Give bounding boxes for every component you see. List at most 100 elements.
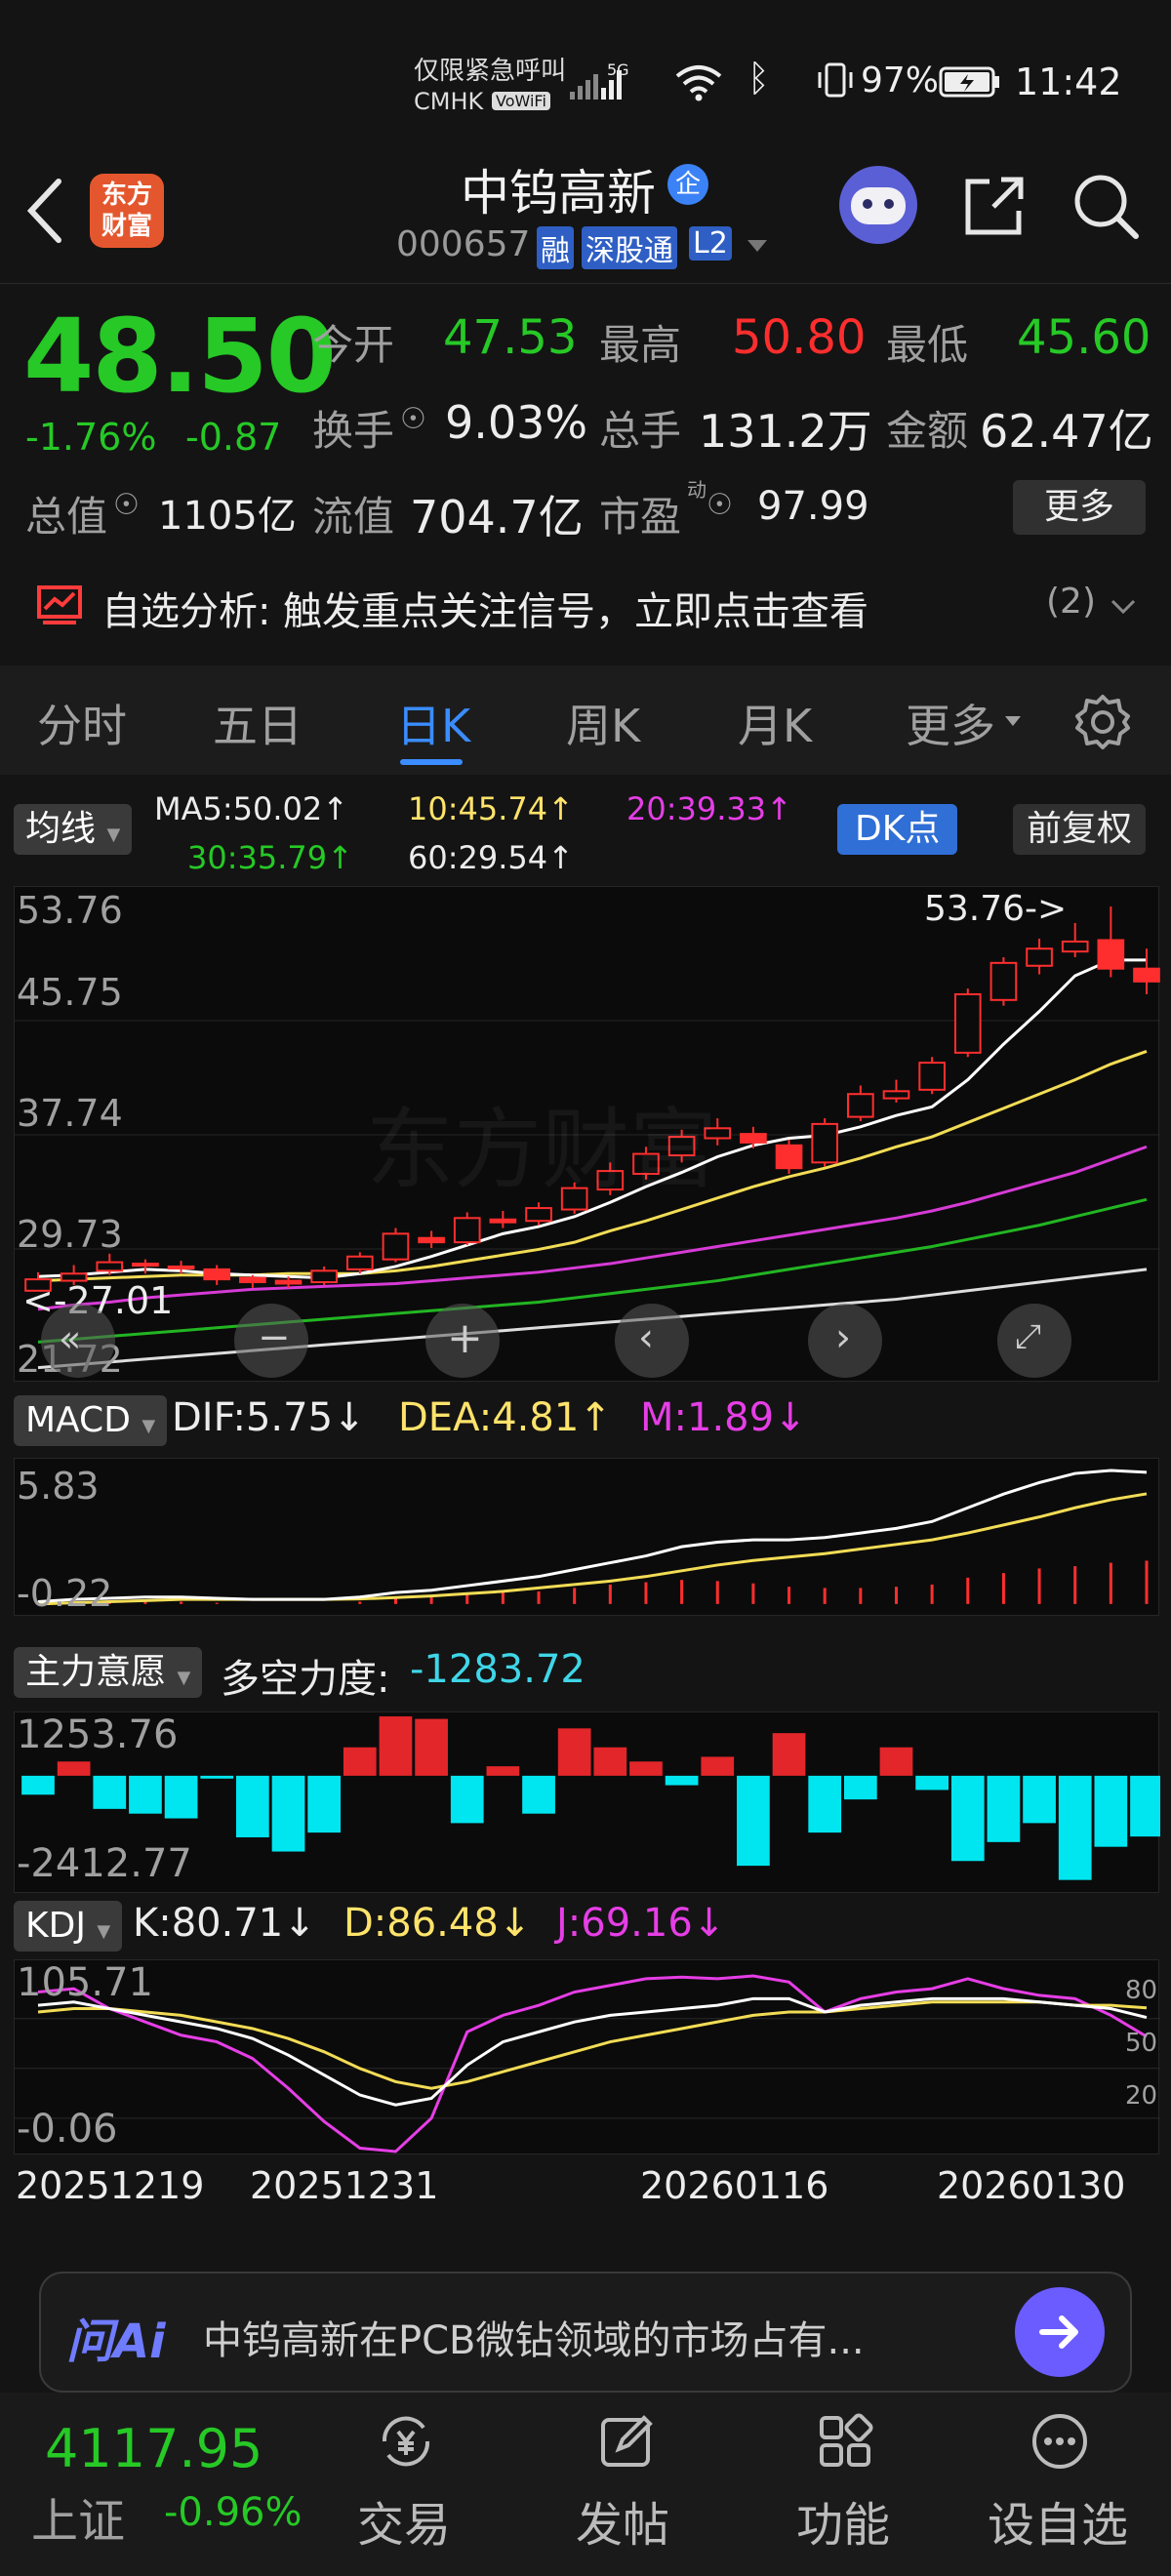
search-icon[interactable] xyxy=(1071,172,1142,242)
chevron-right-icon: › xyxy=(835,1315,851,1360)
ma10-value: 10:45.74↑ xyxy=(408,790,574,827)
back-arrow-icon[interactable] xyxy=(23,176,66,246)
candle-body xyxy=(96,1261,124,1272)
tab-intraday[interactable]: 分时 xyxy=(37,691,127,755)
macd-pane[interactable]: 5.83 -0.22 xyxy=(14,1458,1159,1616)
analysis-banner[interactable]: 自选分析: 触发重点关注信号，立即点击查看 (2) xyxy=(0,562,1171,650)
tab-more[interactable]: 更多 xyxy=(906,691,995,755)
tab-monthly-k[interactable]: 月K xyxy=(738,691,812,755)
force-label: 多空力度: xyxy=(221,1657,390,1702)
stock-name[interactable]: 中钨高新 xyxy=(461,154,656,224)
dk-point-button[interactable]: DK点 xyxy=(837,804,958,855)
index-value: 4117.95 xyxy=(45,2418,263,2479)
ai-question-bar[interactable]: 问Ai 中钨高新在PCB微钻领域的市场占有... xyxy=(39,2272,1132,2393)
force-bar xyxy=(950,1775,985,1862)
ma30-value: 30:35.79↑ xyxy=(187,839,353,876)
stock-header: 东方财富 中钨高新 企 000657 融 深股通 L2 xyxy=(0,146,1171,283)
prev-button[interactable]: ‹ xyxy=(615,1304,689,1378)
next-button[interactable]: › xyxy=(808,1304,882,1378)
gear-icon[interactable] xyxy=(1073,693,1132,751)
app-logo-text: 东方财富 xyxy=(101,181,152,241)
kdj-level-50: 50 xyxy=(1125,2029,1158,2058)
force-bar xyxy=(57,1761,91,1776)
kdj-svg xyxy=(15,1974,1160,2153)
force-bar xyxy=(987,1775,1021,1842)
robot-avatar-icon[interactable] xyxy=(839,166,917,244)
ma60-line xyxy=(37,1268,1148,1370)
nav-add-watchlist[interactable]: 设自选 xyxy=(976,2393,1151,2576)
date-label-2: 20251231 xyxy=(250,2164,439,2207)
force-bar xyxy=(701,1756,735,1776)
force-bar xyxy=(200,1775,234,1779)
macd-m-value: M:1.89↓ xyxy=(640,1395,807,1440)
index-ticker[interactable]: 4117.95 上证 -0.96% xyxy=(0,2393,322,2576)
dea-value: DEA:4.81↑ xyxy=(398,1395,612,1440)
fullscreen-button[interactable]: ⤢ xyxy=(997,1304,1071,1378)
candle-body xyxy=(1097,939,1125,970)
force-bar xyxy=(379,1716,413,1776)
last-price: 48.50 xyxy=(23,297,337,416)
tab-daily-k[interactable]: 日K xyxy=(396,691,470,755)
force-bar xyxy=(557,1728,591,1776)
kdj-selector-button[interactable]: KDJ ▼ xyxy=(14,1901,123,1952)
kdj-pane[interactable]: 105.71 -0.06 80 50 20 xyxy=(14,1959,1160,2154)
candle-body xyxy=(1061,940,1089,953)
force-bar xyxy=(343,1747,377,1776)
tag-connect: 深股通 xyxy=(582,226,677,269)
force-pane[interactable]: 1253.76 -2412.77 xyxy=(14,1711,1160,1893)
watermark-logo: 东方财富 xyxy=(366,1099,717,1201)
open-value: 47.53 xyxy=(443,310,578,365)
vibrate-icon xyxy=(818,62,853,98)
tag-margin: 融 xyxy=(537,226,574,269)
candle-body xyxy=(382,1232,410,1261)
macd-selector-button[interactable]: MACD ▼ xyxy=(14,1395,168,1446)
share-icon[interactable] xyxy=(960,172,1029,240)
enterprise-badge: 企 xyxy=(667,164,708,205)
analysis-label: 自选分析: xyxy=(101,589,271,634)
candle-body xyxy=(345,1255,374,1270)
force-selector-button[interactable]: 主力意愿 ▼ xyxy=(14,1647,203,1698)
candle-body xyxy=(811,1122,839,1164)
ai-send-button[interactable] xyxy=(1015,2287,1105,2377)
nav-functions[interactable]: 功能 xyxy=(781,2393,908,2576)
force-bar xyxy=(772,1733,806,1776)
kdj-j-value: J:69.16↓ xyxy=(556,1901,726,1946)
info-icon[interactable]: ☉ xyxy=(707,488,733,522)
tab-weekly-k[interactable]: 周K xyxy=(566,691,640,755)
fast-back-button[interactable]: « xyxy=(41,1304,115,1378)
candle-body xyxy=(1133,967,1160,983)
force-bar xyxy=(93,1775,127,1809)
more-button[interactable]: 更多 xyxy=(1013,480,1146,535)
zoom-in-button[interactable]: + xyxy=(425,1304,500,1378)
nav-post[interactable]: 发帖 xyxy=(562,2393,689,2576)
nav-post-label: 发帖 xyxy=(576,2498,670,2553)
force-bar xyxy=(271,1775,305,1852)
vowifi-badge: VoWiFi xyxy=(492,92,550,110)
main-kline-pane[interactable]: 53.76 45.75 37.74 29.73 21.72 东方财富 53.76… xyxy=(14,886,1160,1382)
tab-five-day[interactable]: 五日 xyxy=(213,691,303,755)
candle-body xyxy=(489,1218,517,1224)
candle-body xyxy=(274,1279,303,1285)
ai-logo: 问Ai xyxy=(66,2314,166,2369)
ma-selector-button[interactable]: 均线 ▼ xyxy=(14,804,133,855)
info-icon[interactable]: ☉ xyxy=(113,488,140,522)
info-icon[interactable]: ☉ xyxy=(400,402,426,436)
kdj-axis-max: 105.71 xyxy=(17,1960,153,2005)
edit-icon xyxy=(601,2415,653,2467)
candle-body xyxy=(989,961,1018,1001)
pe-value: 97.99 xyxy=(757,484,869,529)
force-bar xyxy=(1023,1775,1056,1824)
float-label: 流值 xyxy=(312,493,395,541)
force-axis-max: 1253.76 xyxy=(17,1712,179,1757)
period-tabs: 分时 五日 日K 周K 月K 更多 xyxy=(0,665,1171,775)
quote-panel: 48.50 -1.76% -0.87 今开 47.53 最高 50.80 最低 … xyxy=(0,283,1171,664)
force-bar xyxy=(665,1775,699,1786)
status-bar: 仅限紧急呼叫 CMHK VoWiFi 5G ᛒ 97% 11:42 xyxy=(0,0,1171,146)
dropdown-icon[interactable] xyxy=(746,238,769,254)
force-bar xyxy=(629,1761,663,1776)
mcap-label: 总值 xyxy=(25,493,108,541)
adjust-button[interactable]: 前复权 xyxy=(1013,804,1147,855)
macd-axis-max: 5.83 xyxy=(17,1465,100,1508)
zoom-out-button[interactable]: − xyxy=(234,1304,308,1378)
nav-trade[interactable]: 交易 xyxy=(342,2393,468,2576)
